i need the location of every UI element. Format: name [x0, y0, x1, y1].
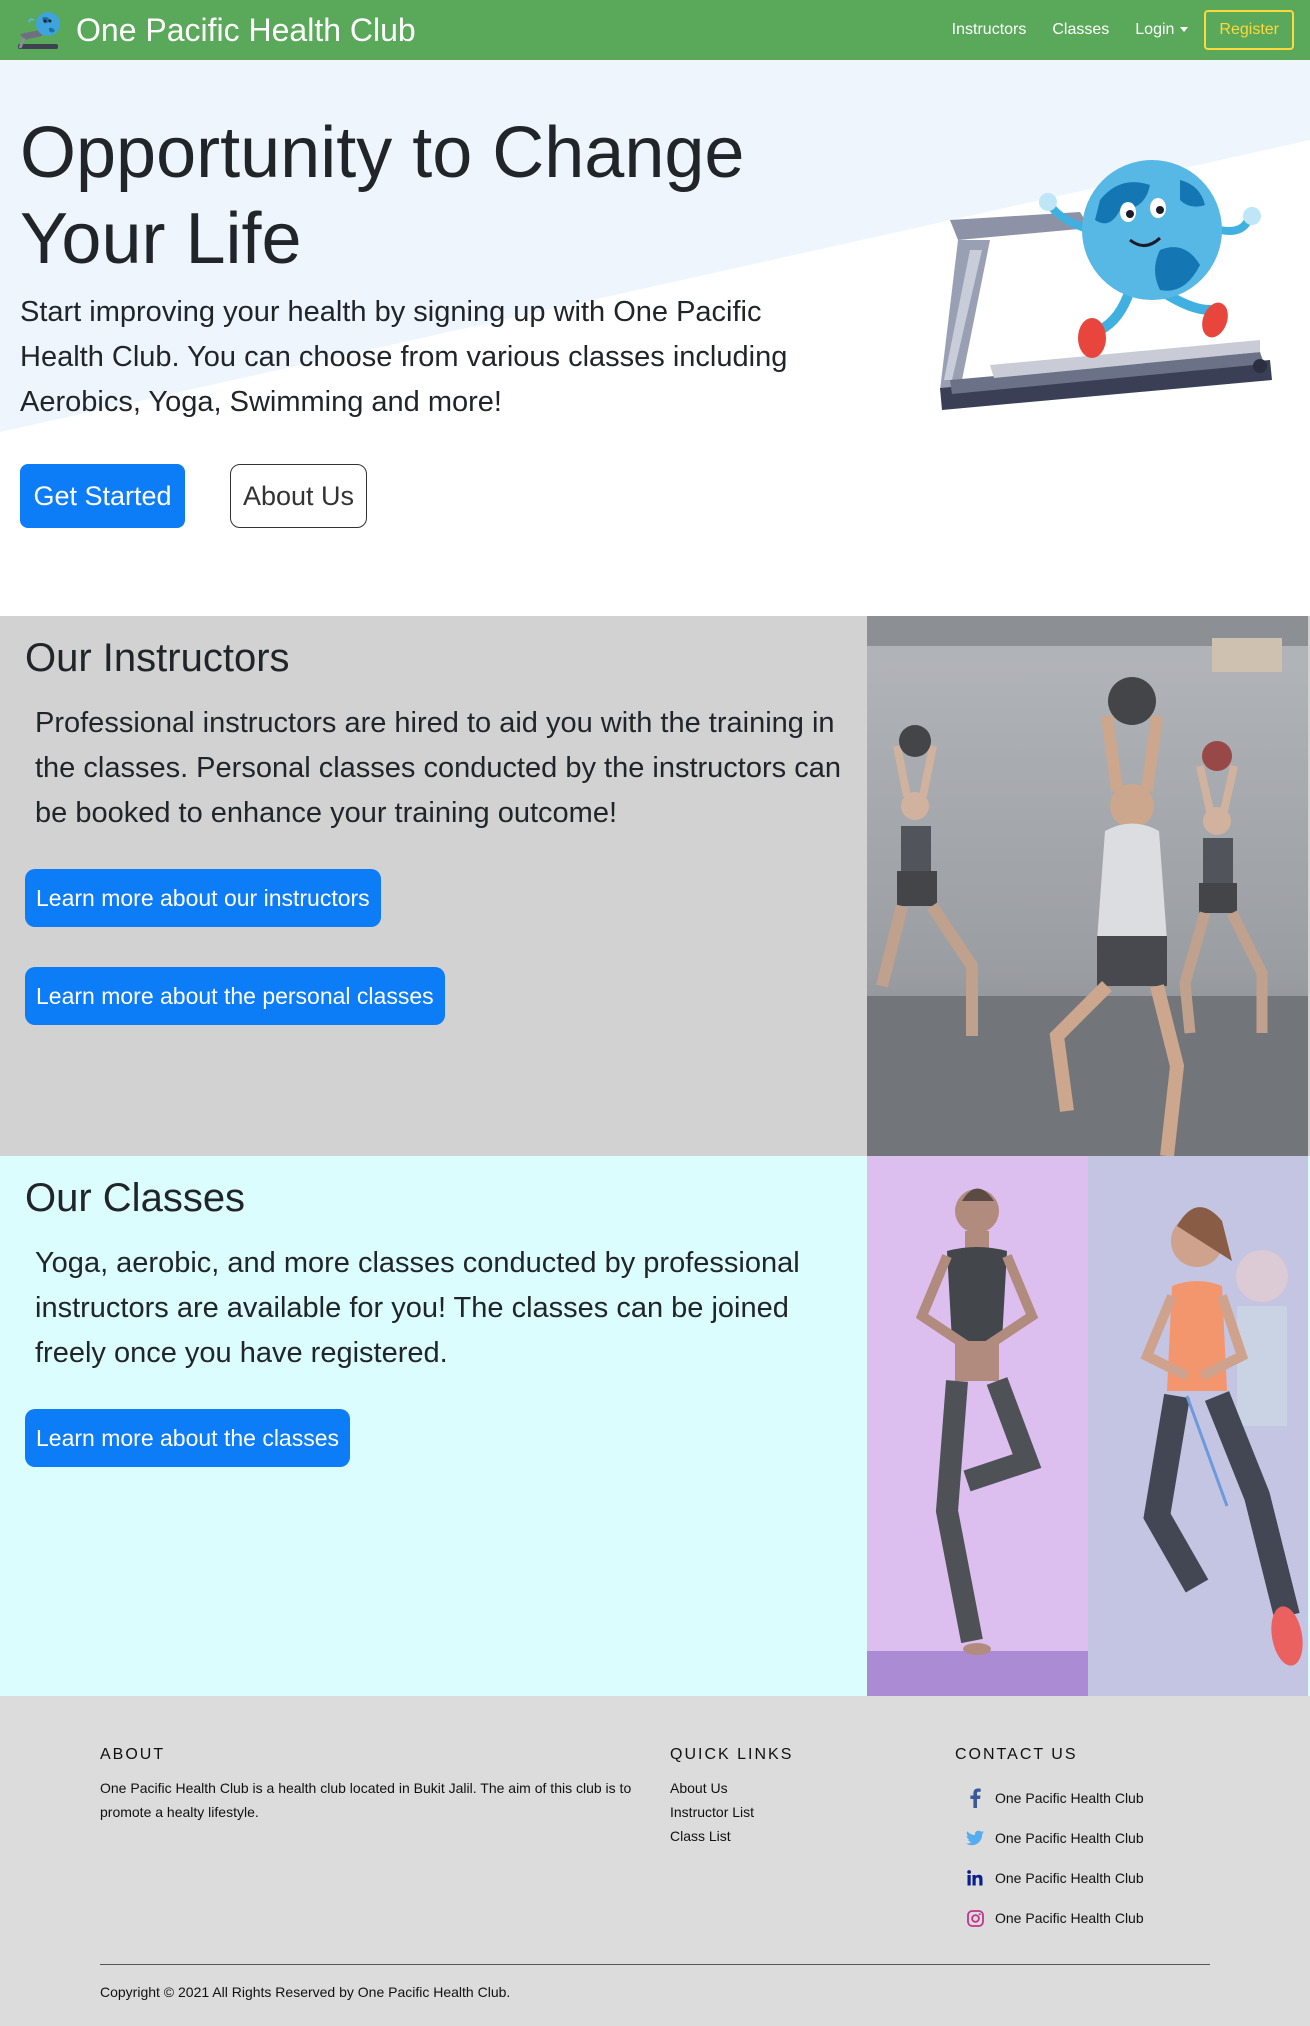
- classes-section: Our Classes Yoga, aerobic, and more clas…: [0, 1156, 1310, 1696]
- contact-linkedin[interactable]: One Pacific Health Club: [965, 1858, 1144, 1898]
- contact-instagram[interactable]: One Pacific Health Club: [965, 1898, 1144, 1938]
- brand-name: One Pacific Health Club: [76, 11, 416, 48]
- register-button[interactable]: Register: [1204, 10, 1294, 50]
- about-us-button[interactable]: About Us: [230, 464, 367, 528]
- footer-contact-heading: CONTACT US: [955, 1746, 1078, 1763]
- linkedin-icon: [965, 1868, 985, 1888]
- nav-link-classes[interactable]: Classes: [1052, 21, 1109, 39]
- footer-link-about-us[interactable]: About Us: [670, 1776, 754, 1800]
- instructors-text: Professional instructors are hired to ai…: [35, 707, 841, 829]
- learn-instructors-button[interactable]: Learn more about our instructors: [25, 869, 381, 927]
- footer-link-instructor-list[interactable]: Instructor List: [670, 1800, 754, 1824]
- instructors-photo: [867, 616, 1308, 1156]
- classes-photo: [867, 1156, 1308, 1696]
- caret-down-icon: [1180, 27, 1189, 33]
- instructors-section: Our Instructors Professional instructors…: [0, 616, 1310, 1156]
- get-started-button[interactable]: Get Started: [20, 464, 185, 528]
- contact-twitter-text: One Pacific Health Club: [995, 1830, 1144, 1846]
- nav-link-instructors[interactable]: Instructors: [952, 21, 1027, 39]
- learn-personal-classes-button[interactable]: Learn more about the personal classes: [25, 967, 445, 1025]
- contact-twitter[interactable]: One Pacific Health Club: [965, 1818, 1144, 1858]
- contact-facebook-text: One Pacific Health Club: [995, 1790, 1144, 1806]
- contact-facebook[interactable]: One Pacific Health Club: [965, 1778, 1144, 1818]
- hero-section: Opportunity to Change Your Life Start im…: [0, 60, 1310, 616]
- footer-contact-list: One Pacific Health Club One Pacific Heal…: [965, 1778, 1144, 1938]
- contact-linkedin-text: One Pacific Health Club: [995, 1870, 1144, 1886]
- learn-classes-button[interactable]: Learn more about the classes: [25, 1409, 351, 1467]
- classes-text: Yoga, aerobic, and more classes conducte…: [35, 1247, 800, 1369]
- nav-links: Instructors Classes Login Register: [926, 10, 1294, 50]
- twitter-icon: [965, 1828, 985, 1848]
- treadmill-globe-illustration: [940, 160, 1272, 410]
- brand-logo-icon: [18, 12, 60, 49]
- footer-link-class-list[interactable]: Class List: [670, 1824, 754, 1848]
- instructors-title: Our Instructors: [25, 636, 290, 680]
- contact-instagram-text: One Pacific Health Club: [995, 1910, 1144, 1926]
- footer: ABOUT One Pacific Health Club is a healt…: [0, 1696, 1310, 2026]
- footer-divider: [100, 1964, 1210, 1965]
- footer-copyright: Copyright © 2021 All Rights Reserved by …: [100, 1984, 511, 2000]
- footer-quick-links: About Us Instructor List Class List: [670, 1776, 754, 1848]
- brand-link[interactable]: One Pacific Health Club: [16, 8, 416, 52]
- hero-title: Opportunity to Change Your Life: [20, 113, 745, 279]
- footer-quick-links-heading: QUICK LINKS: [670, 1746, 794, 1763]
- classes-title: Our Classes: [25, 1176, 246, 1220]
- facebook-icon: [965, 1788, 985, 1808]
- footer-about-text: One Pacific Health Club is a health club…: [100, 1780, 632, 1820]
- footer-about-heading: ABOUT: [100, 1746, 166, 1763]
- login-label: Login: [1135, 21, 1175, 38]
- instagram-icon: [965, 1908, 985, 1928]
- navbar: One Pacific Health Club Instructors Clas…: [0, 0, 1310, 60]
- hero-text: Start improving your health by signing u…: [20, 296, 788, 418]
- nav-dropdown-login[interactable]: Login: [1135, 21, 1189, 39]
